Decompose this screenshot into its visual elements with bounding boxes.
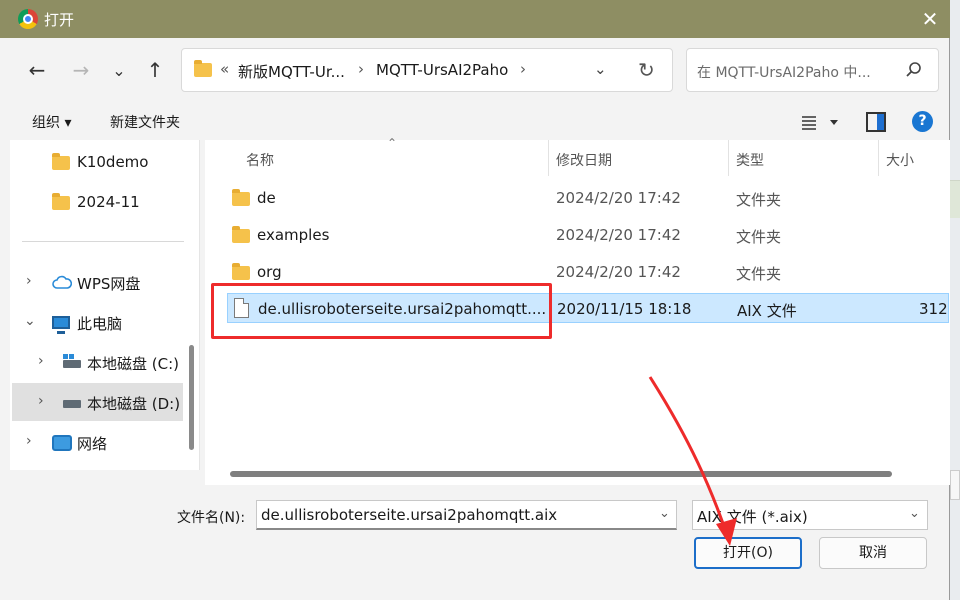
folder-icon bbox=[232, 189, 250, 206]
chevron-down-icon[interactable]: ⌄ bbox=[909, 506, 920, 521]
file-date: 2024/2/20 17:42 bbox=[556, 189, 681, 207]
recent-locations-button[interactable]: ⌄ bbox=[104, 55, 134, 85]
file-name: de bbox=[257, 189, 276, 207]
sidebar-item-label: WPS网盘 bbox=[77, 275, 141, 293]
filetype-value: AIX 文件 (*.aix) bbox=[697, 508, 808, 526]
search-icon[interactable] bbox=[905, 61, 923, 79]
sidebar-item-drive-d[interactable]: › 本地磁盘 (D:) bbox=[12, 383, 183, 421]
column-divider[interactable] bbox=[728, 140, 729, 176]
column-divider[interactable] bbox=[878, 140, 879, 176]
sidebar-item-this-pc[interactable]: ⌄ 此电脑 bbox=[10, 303, 190, 341]
view-options-icon[interactable] bbox=[800, 112, 840, 132]
title-bar: 打开 ✕ bbox=[0, 0, 950, 38]
sidebar-item-label: 本地磁盘 (C:) bbox=[87, 355, 179, 373]
open-file-dialog: 打开 ✕ ← → ⌄ ↑ « 新版MQTT-Ur... › MQTT-UrsAI… bbox=[0, 0, 950, 600]
sidebar-item-wps-cloud[interactable]: › WPS网盘 bbox=[10, 263, 190, 301]
file-type: 文件夹 bbox=[736, 191, 782, 209]
open-button[interactable]: 打开(O) bbox=[694, 537, 802, 569]
file-name: org bbox=[257, 263, 282, 281]
search-box[interactable]: 在 MQTT-UrsAI2Paho 中... bbox=[686, 48, 939, 92]
divider bbox=[22, 241, 184, 242]
filetype-select[interactable]: AIX 文件 (*.aix) ⌄ bbox=[692, 500, 928, 530]
folder-icon bbox=[52, 153, 70, 170]
forward-button[interactable]: → bbox=[66, 55, 96, 85]
sidebar-scrollbar[interactable] bbox=[189, 345, 194, 450]
chevron-right-icon[interactable]: › bbox=[26, 273, 32, 289]
pc-icon bbox=[52, 316, 70, 334]
cloud-icon bbox=[52, 275, 72, 289]
refresh-button[interactable]: ↻ bbox=[638, 58, 655, 82]
background-panel bbox=[950, 180, 960, 218]
sidebar-item-drive-c[interactable]: › 本地磁盘 (C:) bbox=[10, 343, 190, 381]
file-date: 2024/2/20 17:42 bbox=[556, 226, 681, 244]
horizontal-scrollbar[interactable] bbox=[230, 471, 892, 477]
file-date: 2024/2/20 17:42 bbox=[556, 263, 681, 281]
column-header-size[interactable]: 大小 bbox=[886, 150, 914, 170]
address-dropdown-button[interactable]: ⌄ bbox=[594, 60, 607, 78]
close-button[interactable]: ✕ bbox=[912, 4, 948, 34]
file-type: 文件夹 bbox=[736, 228, 782, 246]
file-type: 文件夹 bbox=[736, 265, 782, 283]
folder-icon bbox=[232, 226, 250, 243]
chevron-down-icon[interactable]: ⌄ bbox=[659, 506, 670, 521]
file-date: 2020/11/15 18:18 bbox=[557, 300, 692, 318]
address-bar[interactable]: « 新版MQTT-Ur... › MQTT-UrsAI2Paho › ⌄ ↻ bbox=[181, 48, 673, 92]
annotation-highlight-box bbox=[211, 283, 552, 339]
file-row[interactable]: de 2024/2/20 17:42 文件夹 bbox=[227, 183, 949, 213]
folder-icon bbox=[52, 193, 70, 210]
sidebar-item-label: 本地磁盘 (D:) bbox=[87, 395, 181, 413]
breadcrumb-separator[interactable]: › bbox=[358, 60, 364, 78]
filename-field[interactable]: de.ullisroboterseite.ursai2pahomqtt.aix … bbox=[256, 500, 677, 530]
navigation-pane: K10demo 2024-11 › WPS网盘 ⌄ 此电脑 › 本地磁盘 (C:… bbox=[10, 140, 200, 470]
sidebar-item-2024-11[interactable]: 2024-11 bbox=[10, 183, 190, 221]
file-type: AIX 文件 bbox=[737, 302, 797, 320]
up-button[interactable]: ↑ bbox=[140, 55, 170, 85]
column-header-type[interactable]: 类型 bbox=[736, 150, 764, 170]
folder-icon bbox=[232, 263, 250, 280]
column-header-date[interactable]: 修改日期 bbox=[556, 150, 612, 170]
column-header-name[interactable]: 名称 bbox=[246, 150, 274, 170]
new-folder-button[interactable]: 新建文件夹 bbox=[110, 112, 180, 132]
breadcrumb-item[interactable]: MQTT-UrsAI2Paho bbox=[376, 61, 508, 79]
drive-icon bbox=[63, 400, 81, 408]
sidebar-item-network[interactable]: › 网络 bbox=[10, 423, 190, 461]
background-app bbox=[950, 0, 960, 600]
sort-ascending-icon: ⌃ bbox=[387, 136, 398, 150]
sidebar-item-label: 2024-11 bbox=[77, 193, 140, 211]
help-icon[interactable]: ? bbox=[912, 111, 933, 132]
network-icon bbox=[52, 435, 72, 451]
overflow-chevron[interactable]: « bbox=[220, 60, 229, 78]
sidebar-item-label: K10demo bbox=[77, 153, 149, 171]
organize-button[interactable]: 组织 ▾ bbox=[32, 112, 71, 132]
cancel-button[interactable]: 取消 bbox=[819, 537, 927, 569]
back-button[interactable]: ← bbox=[22, 55, 52, 85]
sidebar-item-label: 网络 bbox=[77, 435, 108, 453]
chrome-icon bbox=[18, 9, 38, 29]
window-title: 打开 bbox=[44, 11, 75, 29]
breadcrumb-separator[interactable]: › bbox=[520, 60, 526, 78]
filename-value[interactable]: de.ullisroboterseite.ursai2pahomqtt.aix bbox=[261, 506, 557, 524]
file-size: 312 bbox=[919, 300, 948, 318]
chevron-down-icon[interactable]: ⌄ bbox=[24, 313, 36, 329]
search-input[interactable]: 在 MQTT-UrsAI2Paho 中... bbox=[697, 62, 871, 82]
breadcrumb-item[interactable]: 新版MQTT-Ur... bbox=[238, 61, 345, 82]
chevron-right-icon[interactable]: › bbox=[26, 433, 32, 449]
filename-label: 文件名(N): bbox=[177, 510, 246, 526]
file-name: examples bbox=[257, 226, 330, 244]
drive-icon bbox=[63, 354, 81, 368]
folder-icon bbox=[194, 60, 212, 77]
sidebar-item-label: 此电脑 bbox=[77, 315, 123, 333]
sidebar-item-k10demo[interactable]: K10demo bbox=[10, 143, 190, 181]
chevron-right-icon[interactable]: › bbox=[38, 393, 44, 409]
chevron-right-icon[interactable]: › bbox=[38, 353, 44, 369]
column-divider[interactable] bbox=[548, 140, 549, 176]
file-row[interactable]: examples 2024/2/20 17:42 文件夹 bbox=[227, 220, 949, 250]
preview-pane-icon[interactable] bbox=[866, 112, 886, 132]
background-panel bbox=[950, 470, 960, 500]
